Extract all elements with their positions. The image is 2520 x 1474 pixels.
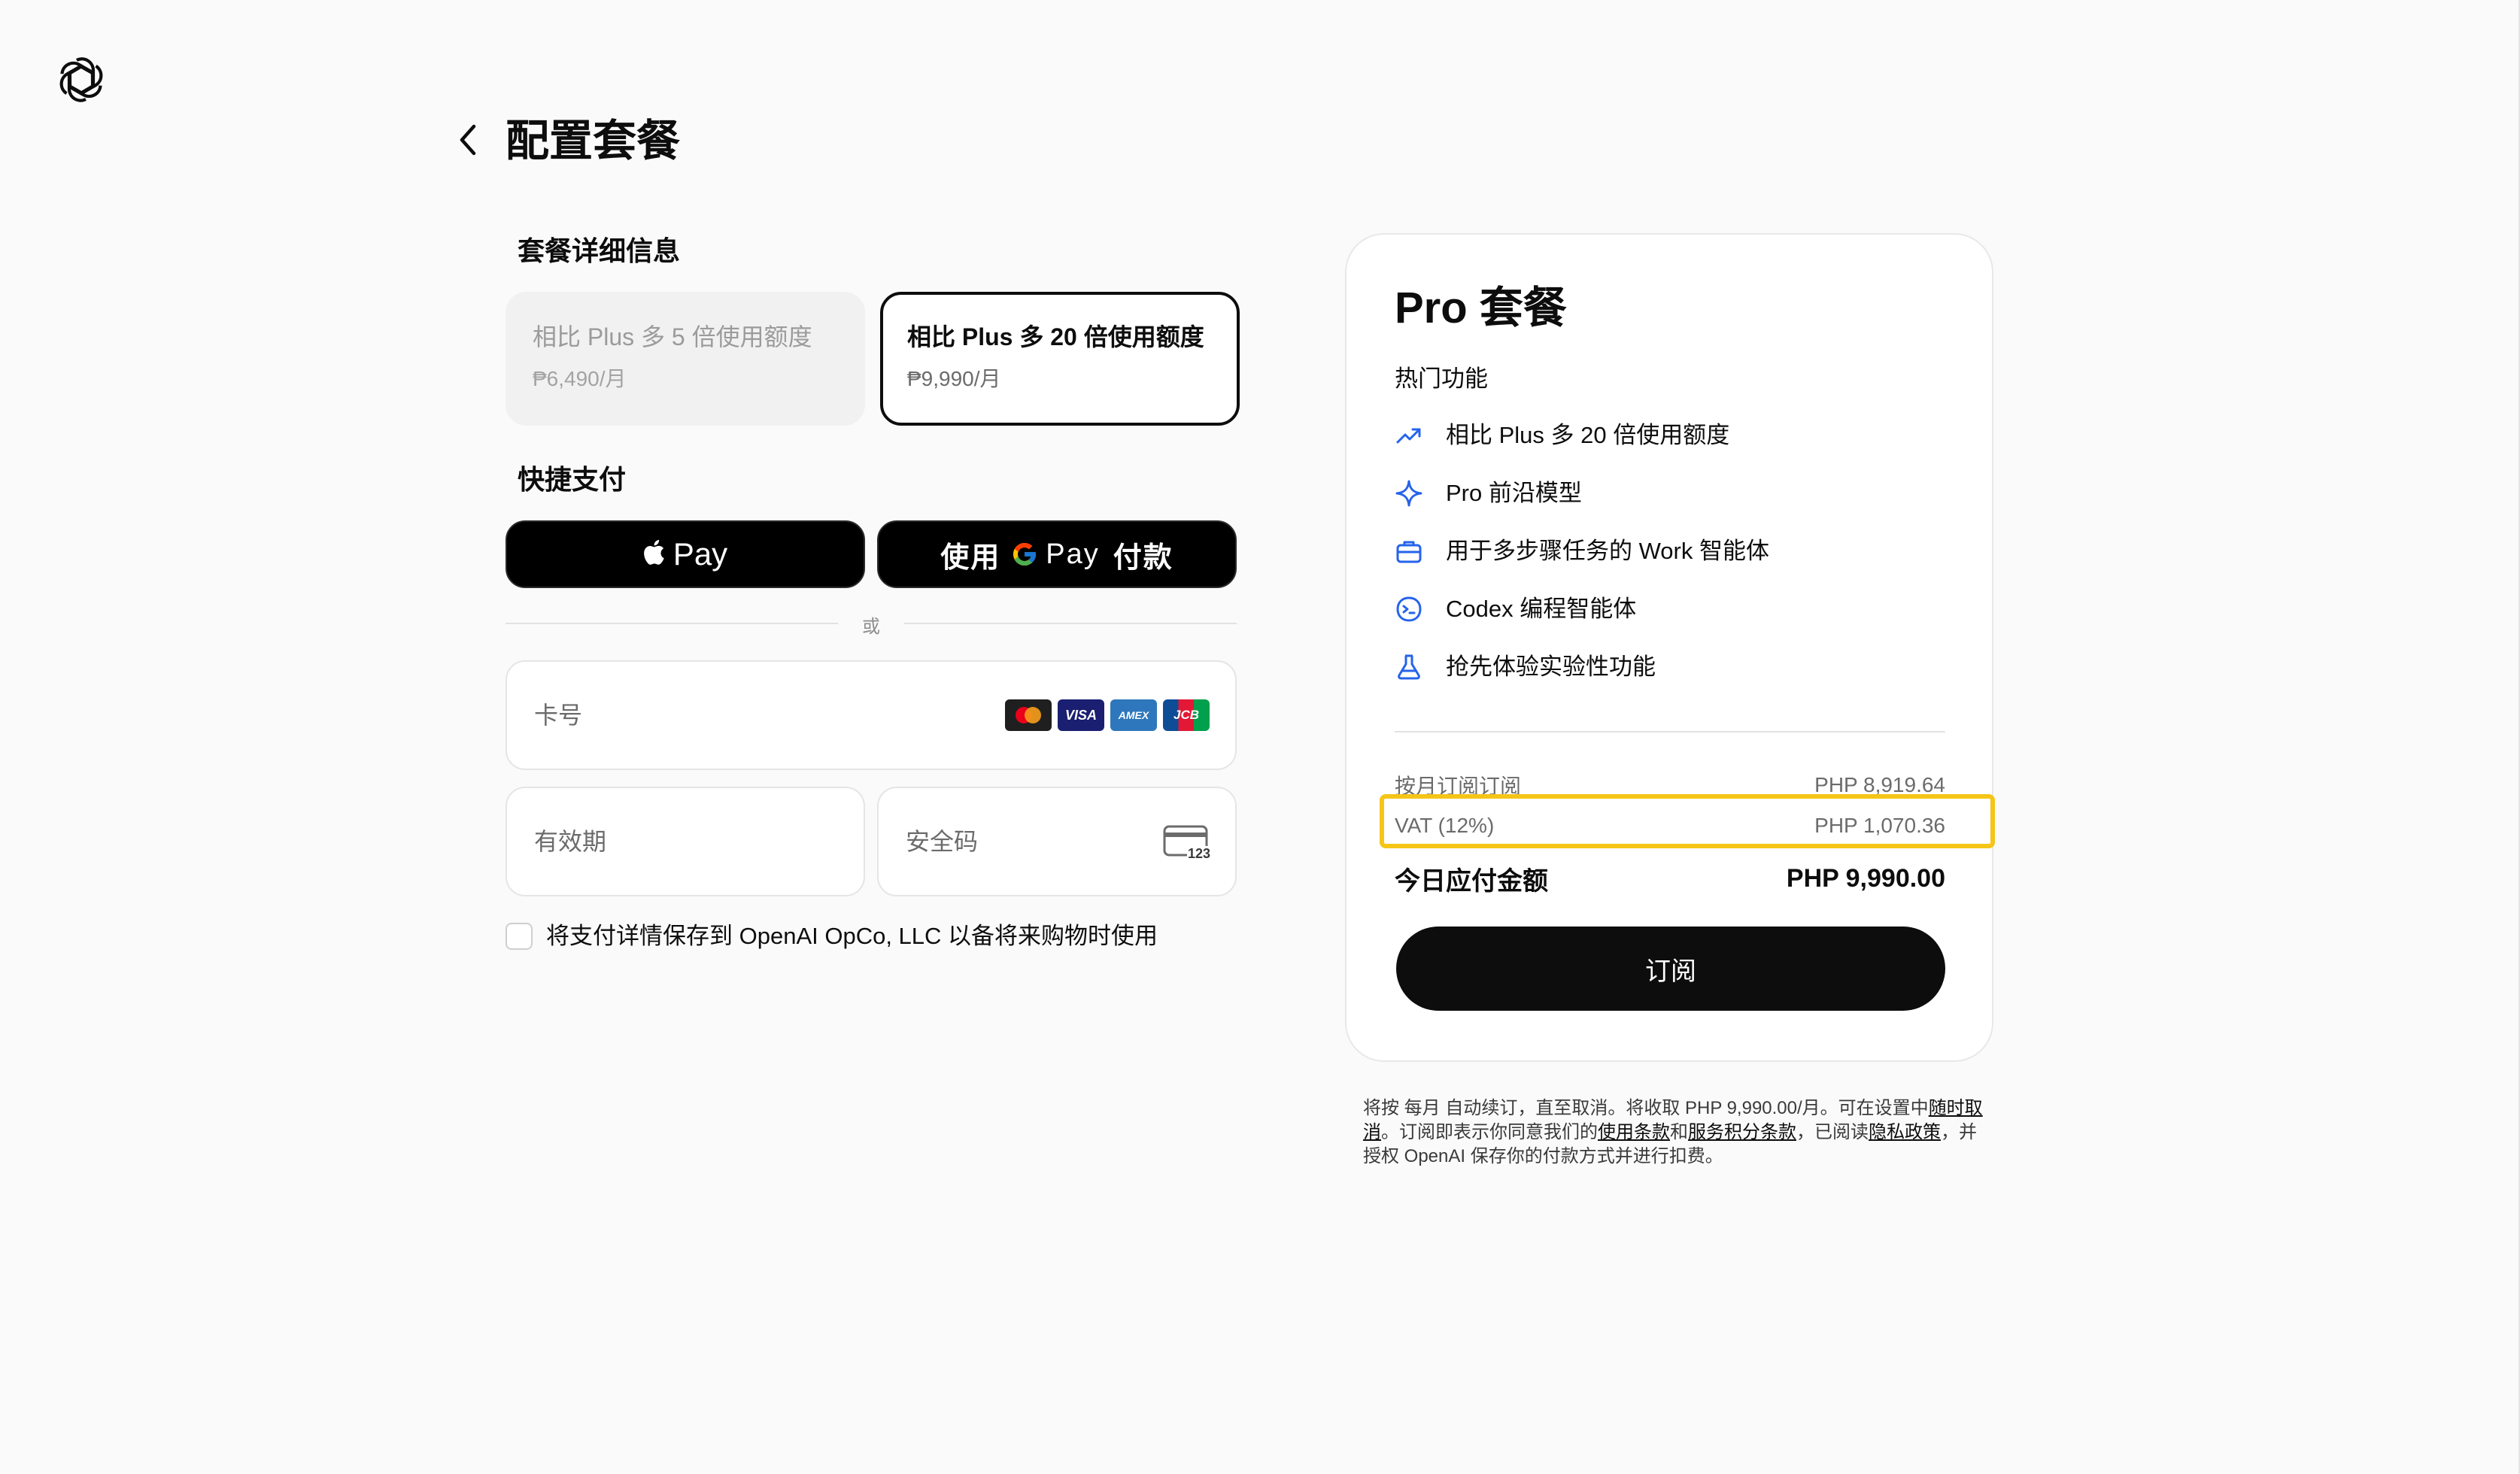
- openai-logo-icon: [54, 53, 108, 107]
- google-pay-prefix: 使用: [940, 541, 1001, 574]
- trend-up-icon: [1395, 421, 1423, 450]
- cvc-card-icon: 123: [1163, 825, 1211, 861]
- service-credit-terms-link[interactable]: 服务积分条款: [1688, 1122, 1796, 1142]
- visa-icon: VISA: [1058, 699, 1104, 731]
- apple-pay-label: Pay: [673, 536, 728, 572]
- plan-option-label: 相比 Plus 多 20 倍使用额度: [907, 323, 1204, 350]
- vat-value: PHP 1,070.36: [1814, 814, 1945, 837]
- summary-divider: [1395, 731, 1945, 732]
- expiry-field[interactable]: [506, 787, 865, 896]
- plan-option-label: 相比 Plus 多 5 倍使用额度: [533, 323, 812, 350]
- cvc-number: 123: [1186, 846, 1211, 861]
- google-pay-button[interactable]: 使用 Pay 付款: [877, 520, 1237, 588]
- feature-label: 抢先体验实验性功能: [1446, 653, 1656, 680]
- plan-details-heading: 套餐详细信息: [518, 235, 681, 266]
- total-label: 今日应付金额: [1395, 866, 1548, 896]
- total-row: 今日应付金额 PHP 9,990.00: [1395, 862, 1945, 896]
- vat-label: VAT (12%): [1395, 814, 1495, 837]
- mastercard-icon: [1005, 699, 1052, 731]
- feature-item: Pro 前沿模型: [1395, 464, 1951, 522]
- feature-item: 抢先体验实验性功能: [1395, 638, 1951, 696]
- codex-icon: [1395, 595, 1423, 623]
- sparkle-icon: [1395, 479, 1423, 508]
- google-pay-suffix: 付款: [1113, 541, 1173, 574]
- legal-part: 和: [1670, 1122, 1688, 1142]
- cvc-input[interactable]: [904, 826, 1163, 857]
- divider-text: 或: [862, 617, 880, 637]
- apple-pay-button[interactable]: Pay: [506, 520, 865, 588]
- legal-part: 将按 每月 自动续订，直至取消。将收取 PHP 9,990.00/月。可在设置中: [1363, 1098, 1929, 1118]
- back-button[interactable]: [451, 120, 484, 159]
- jcb-icon: JCB: [1163, 699, 1210, 731]
- privacy-policy-link[interactable]: 隐私政策: [1869, 1122, 1941, 1142]
- chevron-left-icon: [460, 124, 476, 156]
- save-details-label: 将支付详情保存到 OpenAI OpCo, LLC 以备将来购物时使用: [546, 923, 1158, 949]
- subscribe-button[interactable]: 订阅: [1396, 927, 1945, 1011]
- cvc-field[interactable]: 123: [877, 787, 1237, 896]
- summary-plan-name: Pro 套餐: [1395, 284, 1567, 332]
- expiry-input[interactable]: [533, 826, 838, 857]
- feature-label: 相比 Plus 多 20 倍使用额度: [1446, 421, 1730, 448]
- flask-icon: [1395, 653, 1423, 681]
- google-g-icon: [1013, 543, 1037, 566]
- amex-icon: AMEX: [1110, 699, 1157, 731]
- feature-item: 用于多步骤任务的 Work 智能体: [1395, 522, 1951, 580]
- save-details-checkbox[interactable]: [506, 923, 533, 950]
- card-number-field[interactable]: VISA AMEX JCB: [506, 660, 1237, 770]
- plan-option-price: ₱6,490/月: [533, 367, 627, 390]
- feature-label: 用于多步骤任务的 Work 智能体: [1446, 537, 1769, 564]
- card-brands: VISA AMEX JCB: [1005, 699, 1210, 731]
- terms-of-use-link[interactable]: 使用条款: [1598, 1122, 1670, 1142]
- divider-right: [904, 623, 1237, 624]
- legal-text: 将按 每月 自动续订，直至取消。将收取 PHP 9,990.00/月。可在设置中…: [1363, 1096, 1987, 1169]
- total-value: PHP 9,990.00: [1786, 863, 1945, 893]
- feature-label: Codex 编程智能体: [1446, 595, 1637, 622]
- google-pay-word: Pay: [1046, 538, 1100, 570]
- apple-icon: [643, 539, 664, 565]
- features-heading: 热门功能: [1395, 365, 1488, 392]
- feature-list: 相比 Plus 多 20 倍使用额度 Pro 前沿模型 用于多步骤任务的 Wor…: [1395, 406, 1951, 696]
- card-number-input[interactable]: [533, 700, 1005, 730]
- briefcase-icon: [1395, 537, 1423, 566]
- feature-item: 相比 Plus 多 20 倍使用额度: [1395, 406, 1951, 464]
- feature-label: Pro 前沿模型: [1446, 479, 1582, 506]
- feature-item: Codex 编程智能体: [1395, 580, 1951, 638]
- vat-row: VAT (12%) PHP 1,070.36: [1395, 811, 1945, 841]
- plan-option-20x[interactable]: 相比 Plus 多 20 倍使用额度 ₱9,990/月: [880, 292, 1240, 426]
- page-title: 配置套餐: [506, 117, 681, 165]
- legal-part: ，已阅读: [1796, 1122, 1869, 1142]
- plan-option-5x[interactable]: 相比 Plus 多 5 倍使用额度 ₱6,490/月: [506, 292, 865, 426]
- plan-option-price: ₱9,990/月: [907, 367, 1001, 390]
- quick-pay-heading: 快捷支付: [518, 464, 627, 495]
- divider-left: [506, 623, 838, 624]
- legal-part: 。订阅即表示你同意我们的: [1381, 1122, 1598, 1142]
